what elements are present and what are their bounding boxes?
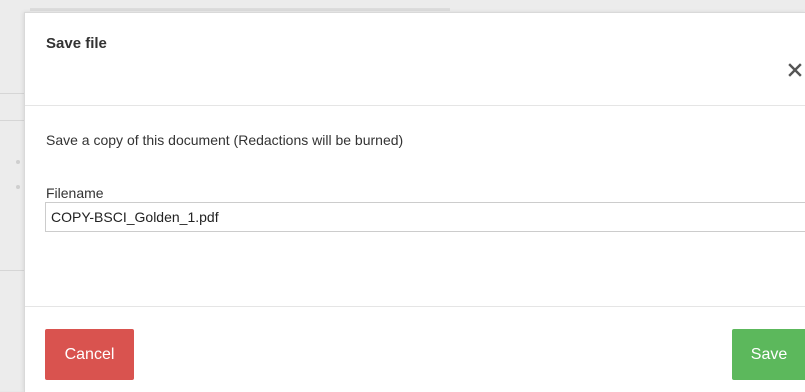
close-icon[interactable]	[786, 61, 804, 79]
filename-input[interactable]	[45, 202, 805, 232]
backdrop-marker	[16, 160, 20, 164]
backdrop-marker	[16, 185, 20, 189]
save-button[interactable]: Save	[732, 329, 805, 380]
backdrop-divider	[0, 93, 24, 94]
dialog-header: Save file	[25, 13, 805, 106]
save-file-dialog: Save file Save a copy of this document (…	[24, 12, 805, 392]
filename-label: Filename	[46, 185, 104, 201]
cancel-button[interactable]: Cancel	[45, 329, 134, 380]
backdrop-divider	[0, 270, 24, 271]
dialog-title: Save file	[46, 35, 107, 52]
backdrop-toolbar	[30, 8, 450, 11]
dialog-footer: Cancel Save	[25, 307, 805, 392]
dialog-body: Save a copy of this document (Redactions…	[25, 106, 805, 307]
dialog-message: Save a copy of this document (Redactions…	[46, 132, 404, 148]
backdrop-divider	[0, 120, 24, 121]
